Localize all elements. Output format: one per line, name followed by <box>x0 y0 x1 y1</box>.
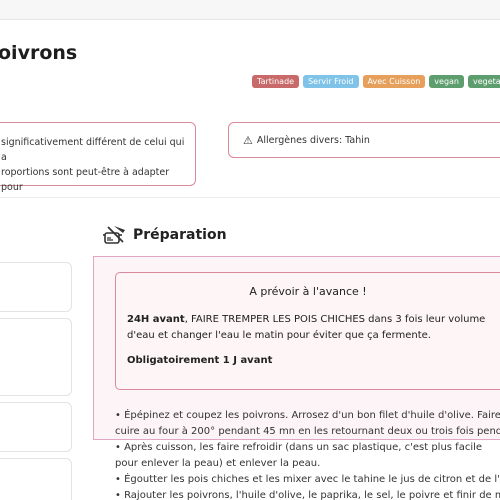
preparation-header: Préparation <box>103 224 227 246</box>
tag-list: Tartinade Servir Froid Avec Cuisson vega… <box>252 75 500 88</box>
advance-lead: 24H avant <box>127 314 185 325</box>
warning-icon: ⚠ <box>243 133 253 147</box>
tag-vegetarien[interactable]: vegetarie <box>468 75 500 88</box>
ingredient-box <box>0 318 72 396</box>
step-line: • Rajouter les poivrons, l'huile d'olive… <box>115 490 500 500</box>
note-line: roportions sont peut-être à adapter pour <box>1 167 170 193</box>
step-line: pour enlever la peau) et enlever la peau… <box>115 458 321 469</box>
tag-vegan[interactable]: vegan <box>429 75 464 88</box>
advance-title: A prévoir à l'avance ! <box>249 285 367 298</box>
allergen-card: ⚠ Allergènes divers: Tahin <box>228 122 500 158</box>
ingredient-box <box>0 402 72 452</box>
allergen-text: Allergènes divers: Tahin <box>256 134 370 146</box>
step-line: • Après cuisson, les faire refroidir (da… <box>115 442 483 453</box>
tag-tartinade[interactable]: Tartinade <box>252 75 300 88</box>
advance-notice-card: A prévoir à l'avance ! 24H avant, FAIRE … <box>115 272 500 390</box>
note-line: significativement différent de celui qui… <box>1 137 185 163</box>
advance-obligation: Obligatoirement 1 J avant <box>127 355 273 366</box>
advance-line1: , FAIRE TREMPER LES POIS CHICHES dans 3 … <box>184 314 486 325</box>
cooking-utensils-icon <box>103 226 125 244</box>
ingredient-box <box>0 458 72 500</box>
section-divider <box>0 197 500 198</box>
tag-avec-cuisson[interactable]: Avec Cuisson <box>362 75 426 88</box>
top-bar <box>0 0 500 20</box>
advance-line2: d'eau et changer l'eau le matin pour évi… <box>127 330 431 341</box>
advance-text: 24H avant, FAIRE TREMPER LES POIS CHICHE… <box>127 312 500 344</box>
page-title: oivrons <box>0 42 78 64</box>
step-line: • Épépinez et coupez les poivrons. Arros… <box>115 410 500 421</box>
tag-servir-froid[interactable]: Servir Froid <box>303 75 359 88</box>
ingredient-box <box>0 262 72 312</box>
note-card: significativement différent de celui qui… <box>0 122 196 193</box>
step-line: cuire au four à 200° pendant 45 mn en le… <box>115 426 500 437</box>
step-line: • Égoutter les pois chiches et les mixer… <box>115 474 500 485</box>
preparation-steps: • Épépinez et coupez les poivrons. Arros… <box>115 408 500 500</box>
preparation-title: Préparation <box>133 227 227 243</box>
